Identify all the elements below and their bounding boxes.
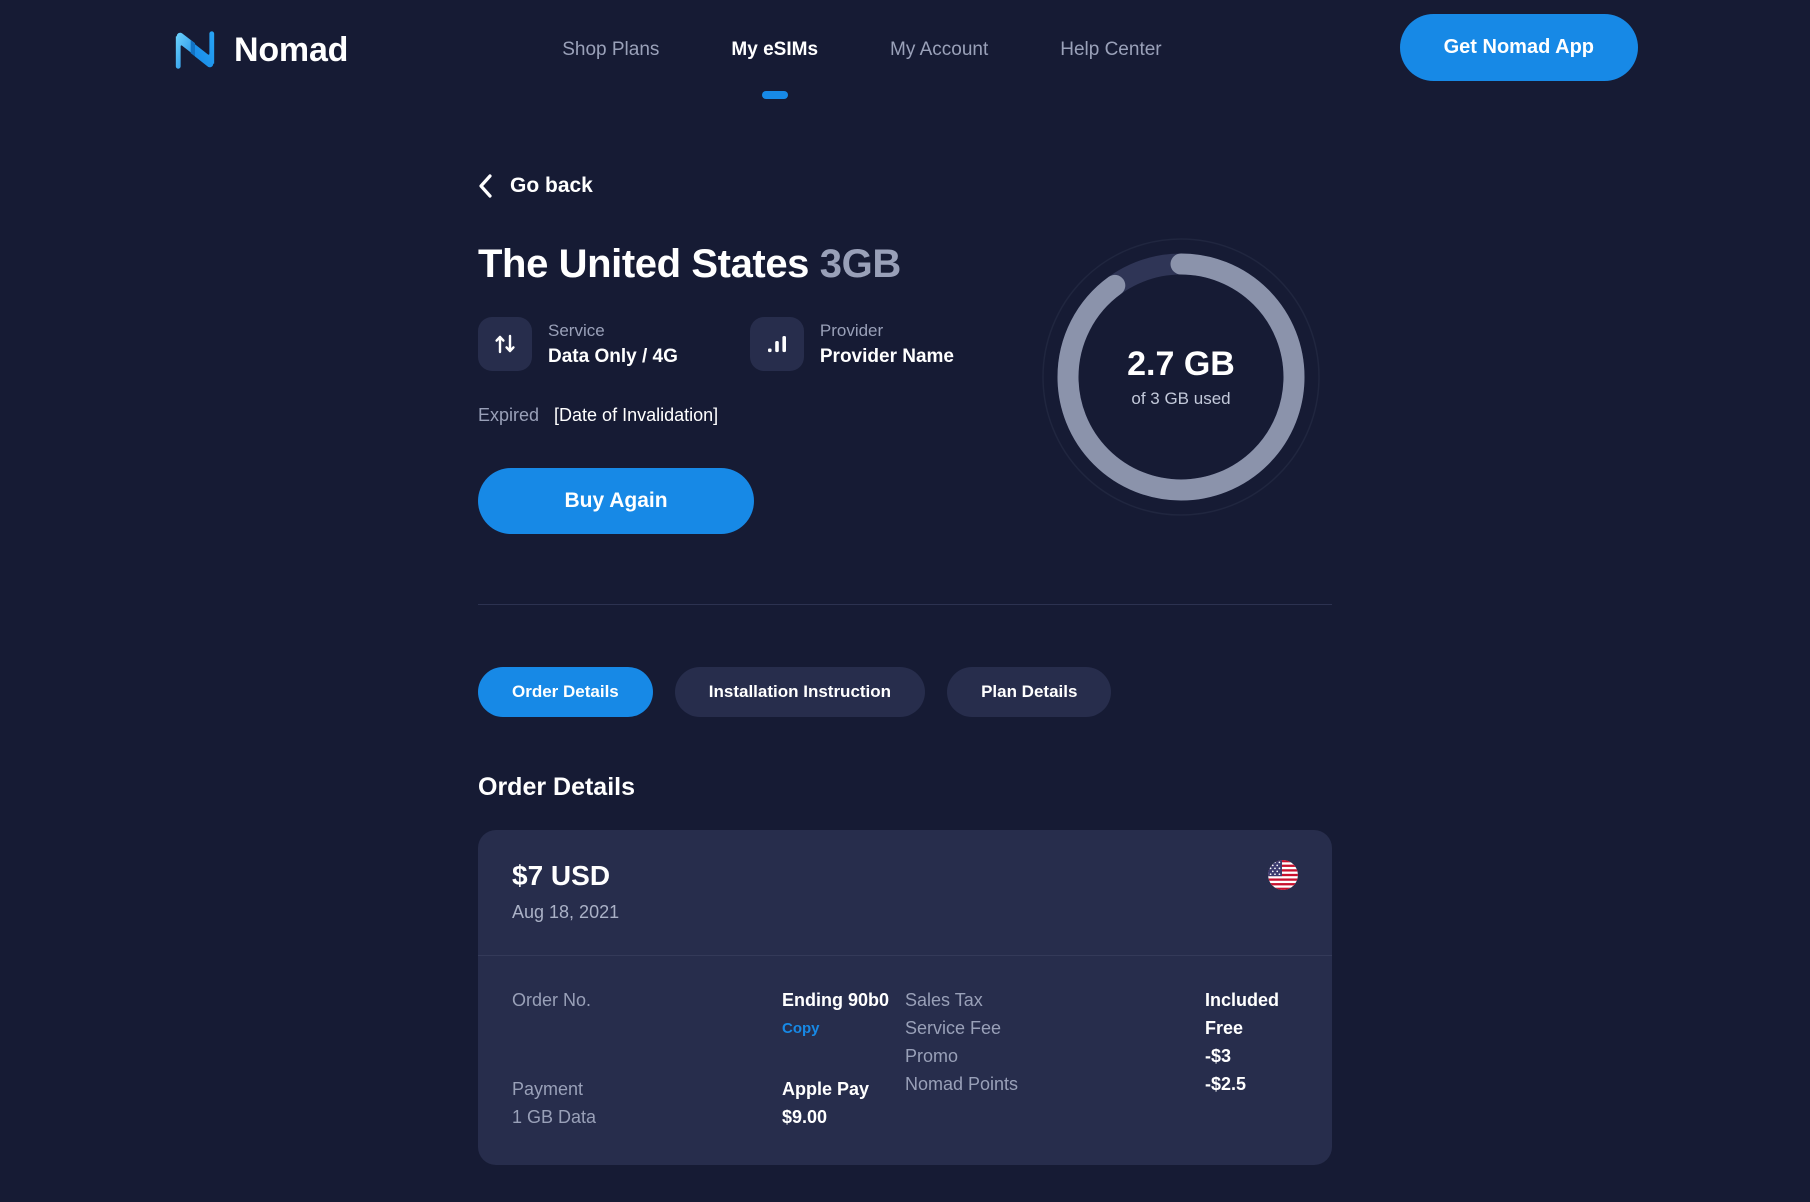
order-right-columns: Sales Tax Service Fee Promo Nomad Points…	[905, 986, 1298, 1131]
nav-item-help-center[interactable]: Help Center	[1024, 39, 1197, 61]
section-divider	[478, 604, 1332, 605]
order-left-columns: Order No. Payment 1 GB Data Ending 90b0 …	[512, 986, 905, 1131]
order-row-value: Ending 90b0	[782, 989, 890, 1010]
plan-hero-left: The United States 3GB Service Data Only …	[478, 242, 1036, 534]
plan-meta-row: Service Data Only / 4G Provider Provider…	[478, 317, 1036, 371]
order-summary: $7 USD Aug 18, 2021	[512, 860, 619, 923]
plan-service-block: Service Data Only / 4G	[478, 317, 678, 371]
order-amount: $7 USD	[512, 860, 611, 891]
nav-item-my-account[interactable]: My Account	[854, 39, 1024, 61]
order-row-key: Sales Tax	[905, 989, 983, 1010]
go-back-button[interactable]: Go back	[478, 174, 593, 198]
data-used-sub: of 3 GB used	[1131, 389, 1231, 408]
plan-expired-label: Expired	[478, 405, 540, 425]
nomad-logo-icon	[172, 27, 218, 73]
get-nomad-app-button[interactable]: Get Nomad App	[1399, 14, 1638, 81]
plan-service-value: Data Only / 4G	[548, 345, 678, 367]
tab-plan-details[interactable]: Plan Details	[947, 667, 1112, 717]
order-row-value: -$2.5	[1205, 1073, 1247, 1094]
nav-active-indicator	[761, 91, 788, 99]
plan-provider-texts: Provider Provider Name	[820, 321, 954, 368]
order-card: $7 USD Aug 18, 2021 Order No. Payment 1 …	[478, 830, 1332, 1165]
plan-expired-value: [Date of Invalidation]	[554, 405, 719, 425]
data-used-value: 2.7 GB	[1127, 345, 1235, 383]
tab-order-details[interactable]: Order Details	[478, 667, 653, 717]
chevron-left-icon	[478, 174, 494, 198]
brand-name: Nomad	[234, 30, 349, 69]
nav-item-my-esims[interactable]: My eSIMs	[695, 39, 854, 99]
plan-provider-label: Provider	[819, 320, 884, 340]
plan-country: The United States	[478, 242, 810, 286]
order-row-key: 1 GB Data	[512, 1106, 597, 1127]
plan-provider-block: Provider Provider Name	[749, 317, 954, 371]
plan-provider-value: Provider Name	[819, 345, 954, 367]
order-row-key: Nomad Points	[905, 1073, 1019, 1094]
brand-logo[interactable]: Nomad	[172, 27, 348, 73]
order-card-header: $7 USD Aug 18, 2021	[478, 830, 1332, 955]
go-back-label: Go back	[510, 174, 593, 197]
order-row-value: Included	[1205, 989, 1280, 1010]
plan-hero: The United States 3GB Service Data Only …	[478, 238, 1332, 534]
copy-order-number-button[interactable]: Copy	[782, 1014, 889, 1042]
data-usage-donut: 2.7 GB of 3 GB used	[1036, 232, 1326, 522]
order-right-keys: Sales Tax Service Fee Promo Nomad Points	[905, 986, 1205, 1131]
order-row-value: Apple Pay	[782, 1078, 870, 1099]
tab-installation-instruction[interactable]: Installation Instruction	[674, 667, 926, 717]
plan-size: 3GB	[819, 242, 901, 286]
data-transfer-icon	[478, 317, 532, 371]
plan-expiry-row: Expired [Date of Invalidation]	[478, 405, 1036, 426]
main-nav: Shop Plans My eSIMs My Account Help Cent…	[526, 39, 1197, 99]
site-header: Nomad Shop Plans My eSIMs My Account Hel…	[0, 0, 1810, 100]
order-row-key: Service Fee	[905, 1017, 1002, 1038]
signal-bars-icon	[749, 317, 804, 371]
order-row-value: $9.00	[782, 1106, 828, 1127]
plan-service-texts: Service Data Only / 4G	[548, 321, 678, 368]
buy-again-button[interactable]: Buy Again	[478, 468, 754, 534]
data-usage-center: 2.7 GB of 3 GB used	[1036, 232, 1326, 522]
order-row-key: Order No.	[512, 989, 592, 1010]
order-card-body: Order No. Payment 1 GB Data Ending 90b0 …	[478, 955, 1332, 1165]
order-date: Aug 18, 2021	[512, 902, 620, 922]
page-title: The United States 3GB	[478, 242, 1036, 287]
order-row-value: -$3	[1205, 1045, 1232, 1066]
order-row-key: Promo	[905, 1045, 959, 1066]
order-details-heading: Order Details	[478, 773, 636, 801]
us-flag-icon	[1268, 860, 1298, 890]
page-content: Go back The United States 3GB Service Da…	[0, 174, 1810, 1165]
plan-service-label: Service	[548, 320, 605, 340]
order-row-key: Payment	[512, 1078, 584, 1099]
order-right-values: Included Free -$3 -$2.5	[1205, 986, 1279, 1131]
order-row-value: Free	[1205, 1017, 1244, 1038]
nav-item-my-esims-label: My eSIMs	[731, 39, 819, 60]
nav-item-shop-plans[interactable]: Shop Plans	[526, 39, 695, 61]
order-left-keys: Order No. Payment 1 GB Data	[512, 986, 782, 1131]
order-left-values: Ending 90b0 Copy Apple Pay $9.00	[782, 986, 889, 1131]
detail-tabs: Order Details Installation Instruction P…	[478, 667, 1332, 717]
